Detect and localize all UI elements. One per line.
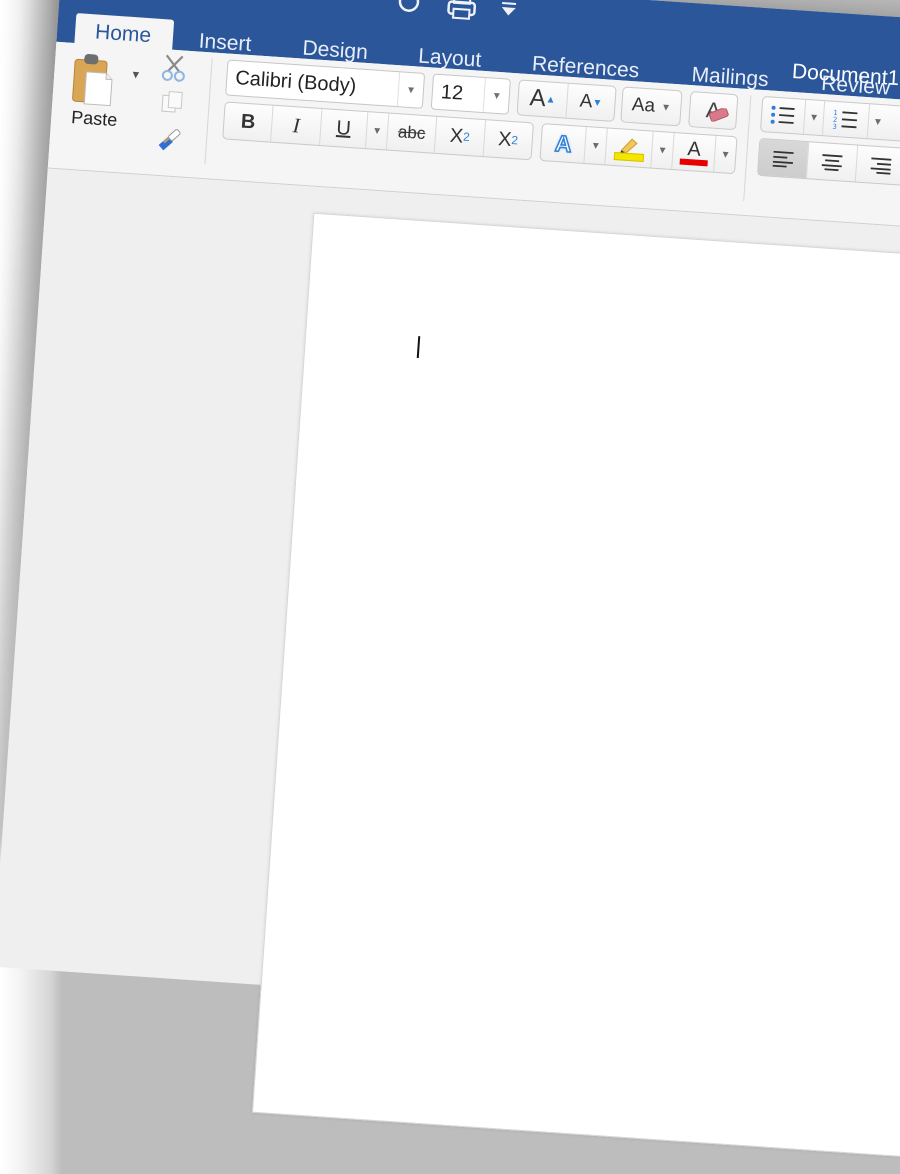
highlighter-icon — [619, 138, 638, 154]
text-effects-dropdown-icon: ▼ — [590, 139, 602, 152]
subscript-glyph: X — [449, 124, 464, 148]
shrink-font-glyph: A — [579, 90, 594, 113]
italic-glyph: I — [292, 112, 301, 138]
font-color-glyph: A — [686, 138, 702, 161]
bullets-dropdown-icon: ▼ — [808, 111, 820, 124]
eraser-icon — [708, 107, 729, 122]
underline-glyph: U — [335, 116, 352, 140]
change-case-inner[interactable]: Aa ▼ — [621, 87, 681, 125]
font-name-combo[interactable]: Calibri (Body) ▼ — [225, 59, 426, 109]
alignment-group — [756, 137, 900, 187]
align-center-icon — [821, 154, 843, 172]
numbering-dropdown[interactable]: ▼ — [868, 104, 888, 139]
text-cursor — [416, 336, 421, 359]
paintbrush-icon[interactable] — [155, 125, 185, 158]
align-right-icon — [870, 157, 892, 175]
paste-button[interactable] — [70, 51, 118, 115]
underline-button[interactable]: U — [319, 109, 369, 149]
underline-dropdown-icon: ▼ — [371, 125, 383, 137]
save-icon[interactable] — [272, 0, 298, 3]
subscript-index: 2 — [462, 129, 471, 145]
align-left-icon — [772, 150, 794, 168]
highlight-dropdown-icon: ▼ — [657, 144, 668, 157]
superscript-index: 2 — [510, 133, 519, 148]
list-group: ▼ 123 ▼ — [759, 95, 900, 143]
align-right-button[interactable] — [856, 146, 900, 185]
effects-color-group: A ▼ ▼ A ▼ — [539, 123, 738, 175]
subscript-button[interactable]: X2 — [435, 116, 486, 157]
scissors-icon[interactable] — [160, 53, 188, 88]
highlight-button[interactable] — [605, 128, 654, 168]
strikethrough-button[interactable]: abc — [386, 113, 438, 153]
highlight-color-swatch — [613, 151, 644, 163]
grow-font-glyph: A — [528, 84, 547, 113]
numbering-button[interactable]: 123 — [822, 101, 871, 139]
align-left-button[interactable] — [757, 138, 810, 179]
superscript-glyph: X — [497, 127, 513, 151]
font-color-button[interactable]: A — [672, 133, 717, 172]
font-color-dropdown[interactable]: ▼ — [714, 136, 736, 173]
change-case-button[interactable]: Aa ▼ — [620, 86, 683, 127]
bullets-dropdown[interactable]: ▼ — [803, 99, 826, 136]
arrow-up-icon: ▲ — [545, 93, 556, 106]
font-size-combo[interactable]: 12 ▼ — [430, 73, 511, 115]
print-icon[interactable] — [444, 0, 478, 27]
separator — [743, 95, 752, 201]
text-effects-button[interactable]: A — [540, 124, 588, 164]
superscript-button[interactable]: X2 — [483, 120, 533, 159]
change-case-glyph: Aa — [631, 94, 656, 117]
grow-font-button[interactable]: A ▲ — [517, 80, 569, 118]
redo-icon[interactable] — [395, 0, 423, 20]
change-case-dropdown-icon[interactable]: ▼ — [661, 102, 672, 114]
svg-text:3: 3 — [832, 123, 837, 131]
font-size-value[interactable]: 12 — [432, 80, 484, 106]
customize-toolbar-icon[interactable] — [499, 0, 519, 24]
numbered-list-icon: 123 — [832, 109, 858, 131]
text-effects-glyph: A — [553, 129, 573, 158]
shrink-font-button[interactable]: A ▼ — [566, 84, 615, 121]
bullets-button[interactable] — [760, 97, 807, 134]
clear-formatting-inner[interactable]: A — [689, 92, 737, 129]
italic-button[interactable]: I — [271, 105, 323, 145]
undo-icon[interactable] — [322, 0, 354, 7]
separator — [204, 58, 213, 165]
arrow-down-icon: ▼ — [592, 96, 603, 109]
font-name-dropdown-icon[interactable]: ▼ — [396, 72, 425, 108]
bold-glyph: B — [240, 110, 257, 133]
numbering-dropdown-icon: ▼ — [872, 116, 884, 128]
font-color-dropdown-icon: ▼ — [720, 148, 731, 161]
document-canvas — [0, 168, 900, 1174]
text-effects-dropdown[interactable]: ▼ — [584, 127, 608, 165]
clear-formatting-button[interactable]: A — [688, 91, 739, 131]
word-window: ▾ Document1 Home Insert Design Layout Re… — [0, 0, 900, 1174]
font-color-swatch — [679, 158, 708, 167]
paste-label: Paste — [70, 107, 118, 131]
copy-icon[interactable] — [159, 89, 185, 122]
bullet-list-icon — [770, 105, 795, 124]
highlight-dropdown[interactable]: ▼ — [651, 131, 675, 169]
font-size-dropdown-icon[interactable]: ▼ — [482, 78, 510, 114]
font-name-value[interactable]: Calibri (Body) — [227, 66, 399, 101]
paste-dropdown-icon[interactable]: ▼ — [130, 69, 142, 82]
underline-dropdown[interactable]: ▼ — [366, 112, 390, 150]
document-page[interactable] — [252, 212, 900, 1174]
grow-shrink-group: A ▲ A ▼ — [516, 79, 617, 122]
strikethrough-glyph: abc — [397, 122, 426, 144]
align-center-button[interactable] — [806, 142, 859, 182]
clipboard-icon — [72, 54, 113, 107]
bold-button[interactable]: B — [223, 102, 274, 142]
